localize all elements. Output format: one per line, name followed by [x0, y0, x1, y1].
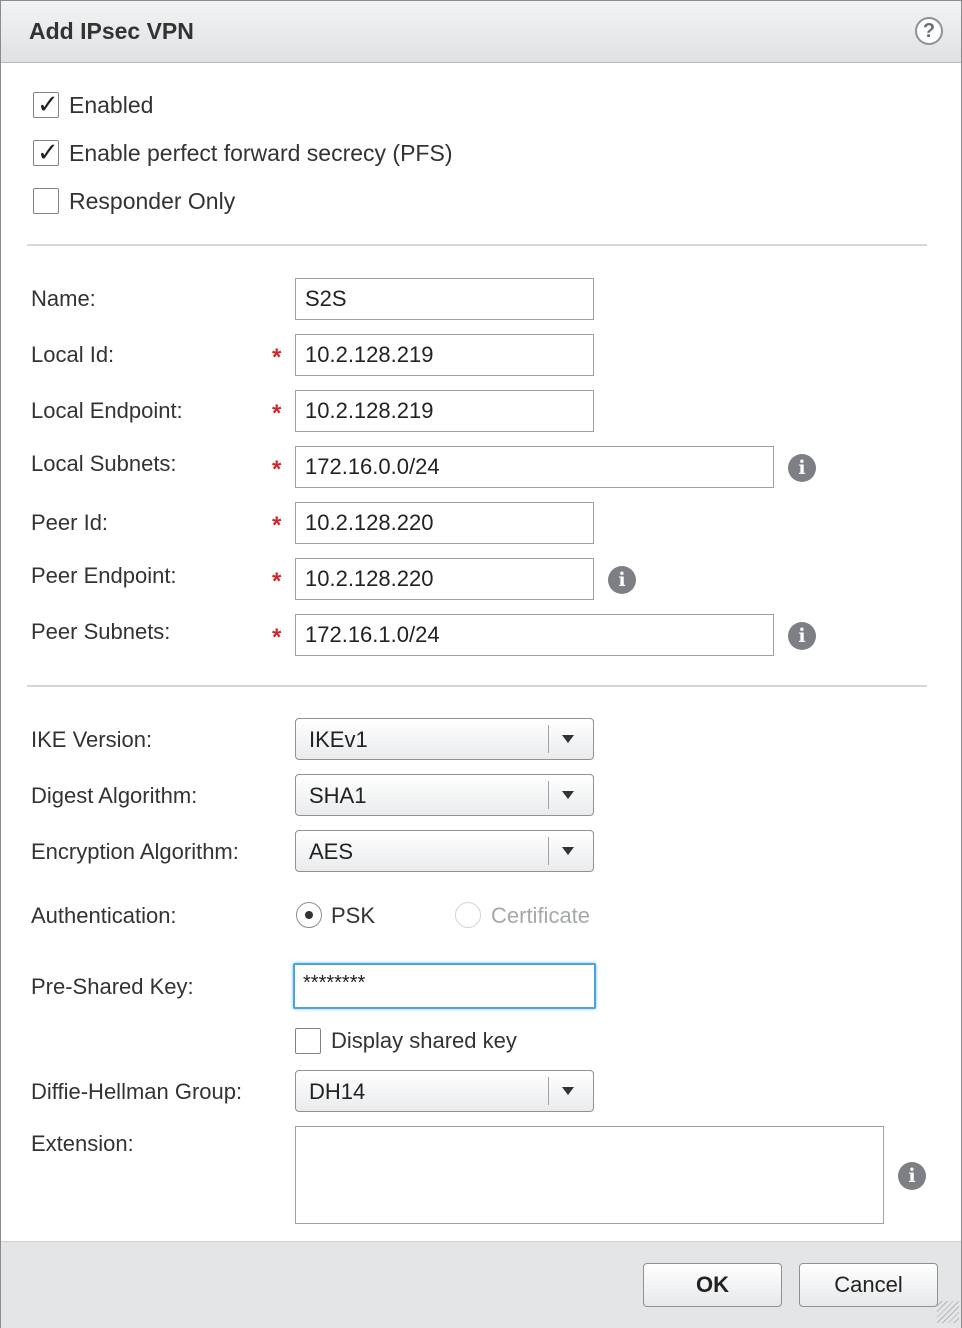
digest-algorithm-label: Digest Algorithm:	[31, 783, 198, 808]
dh-group-label: Diffie-Hellman Group:	[31, 1079, 243, 1104]
encryption-algorithm-label: Encryption Algorithm:	[31, 839, 239, 864]
enabled-label: Enabled	[69, 91, 154, 118]
checkmark-icon: ✓	[37, 89, 59, 119]
digest-algorithm-select[interactable]: SHA1	[295, 774, 594, 816]
dh-group-value: DH14	[309, 1079, 366, 1104]
dh-group-select[interactable]: DH14	[295, 1070, 594, 1112]
display-shared-key-label: Display shared key	[331, 1028, 517, 1053]
extension-label: Extension:	[31, 1131, 134, 1156]
info-icon[interactable]: i	[788, 454, 816, 482]
pre-shared-key-input[interactable]: ********	[293, 963, 596, 1009]
select-divider	[548, 781, 549, 809]
pfs-option[interactable]: ✓ Enable perfect forward secrecy (PFS)	[33, 138, 452, 168]
local-endpoint-input[interactable]: 10.2.128.219	[295, 390, 594, 432]
info-icon[interactable]: i	[788, 622, 816, 650]
required-marker: *	[272, 456, 282, 483]
required-marker: *	[272, 344, 282, 371]
pre-shared-key-label: Pre-Shared Key:	[31, 974, 194, 999]
local-id-input[interactable]: 10.2.128.219	[295, 334, 594, 376]
ike-version-value: IKEv1	[309, 727, 368, 752]
chevron-down-icon[interactable]	[562, 735, 574, 743]
digest-algorithm-value: SHA1	[309, 783, 367, 808]
required-marker: *	[272, 400, 282, 427]
certificate-radio[interactable]	[455, 902, 481, 928]
chevron-down-icon[interactable]	[562, 791, 574, 799]
required-marker: *	[272, 568, 282, 595]
pfs-label: Enable perfect forward secrecy (PFS)	[69, 139, 453, 166]
responder-only-label: Responder Only	[69, 187, 236, 214]
psk-radio[interactable]	[296, 902, 322, 928]
local-subnets-label: Local Subnets:	[31, 451, 177, 476]
local-subnets-input[interactable]: 172.16.0.0/24	[295, 446, 774, 488]
chevron-down-icon[interactable]	[562, 1087, 574, 1095]
select-divider	[548, 1077, 549, 1105]
display-shared-key-checkbox[interactable]	[295, 1028, 321, 1054]
ok-button[interactable]: OK	[643, 1263, 782, 1307]
add-ipsec-vpn-dialog: Add IPsec VPN ? ✓ Enabled ✓ Enable perfe…	[0, 0, 962, 1328]
peer-id-label: Peer Id:	[31, 510, 109, 535]
responder-only-checkbox[interactable]	[33, 188, 59, 214]
local-endpoint-label: Local Endpoint:	[31, 398, 183, 423]
responder-only-option[interactable]: Responder Only	[33, 186, 235, 216]
checkmark-icon: ✓	[37, 137, 59, 167]
peer-id-input[interactable]: 10.2.128.220	[295, 502, 594, 544]
certificate-radio-label: Certificate	[491, 903, 591, 928]
psk-radio-label: PSK	[331, 903, 376, 928]
name-label: Name:	[31, 286, 96, 311]
name-input[interactable]: S2S	[295, 278, 594, 320]
extension-textarea[interactable]	[295, 1126, 884, 1224]
encryption-algorithm-value: AES	[309, 839, 354, 864]
ike-version-label: IKE Version:	[31, 727, 153, 752]
section-divider	[27, 244, 927, 246]
encryption-algorithm-select[interactable]: AES	[295, 830, 594, 872]
select-divider	[548, 837, 549, 865]
required-marker: *	[272, 512, 282, 539]
dialog-titlebar[interactable]: Add IPsec VPN ?	[1, 1, 961, 63]
authentication-label: Authentication:	[31, 903, 177, 928]
peer-endpoint-label: Peer Endpoint:	[31, 563, 177, 588]
enabled-checkbox[interactable]: ✓	[33, 89, 59, 119]
info-icon[interactable]: i	[608, 566, 636, 594]
resize-grip-icon[interactable]	[937, 1301, 959, 1323]
ike-version-select[interactable]: IKEv1	[295, 718, 594, 760]
radio-selected-dot	[305, 911, 313, 919]
local-id-label: Local Id:	[31, 342, 115, 367]
section-divider	[27, 685, 927, 687]
display-shared-key-option[interactable]: Display shared key	[295, 1026, 517, 1056]
peer-subnets-input[interactable]: 172.16.1.0/24	[295, 614, 774, 656]
peer-subnets-label: Peer Subnets:	[31, 619, 171, 644]
pfs-checkbox[interactable]: ✓	[33, 137, 59, 167]
cancel-button[interactable]: Cancel	[799, 1263, 938, 1307]
select-divider	[548, 725, 549, 753]
info-icon[interactable]: i	[898, 1162, 926, 1190]
required-marker: *	[272, 624, 282, 651]
help-icon[interactable]: ?	[915, 17, 943, 45]
peer-endpoint-input[interactable]: 10.2.128.220	[295, 558, 594, 600]
enabled-option[interactable]: ✓ Enabled	[33, 90, 153, 120]
chevron-down-icon[interactable]	[562, 847, 574, 855]
dialog-title: Add IPsec VPN	[29, 18, 194, 44]
